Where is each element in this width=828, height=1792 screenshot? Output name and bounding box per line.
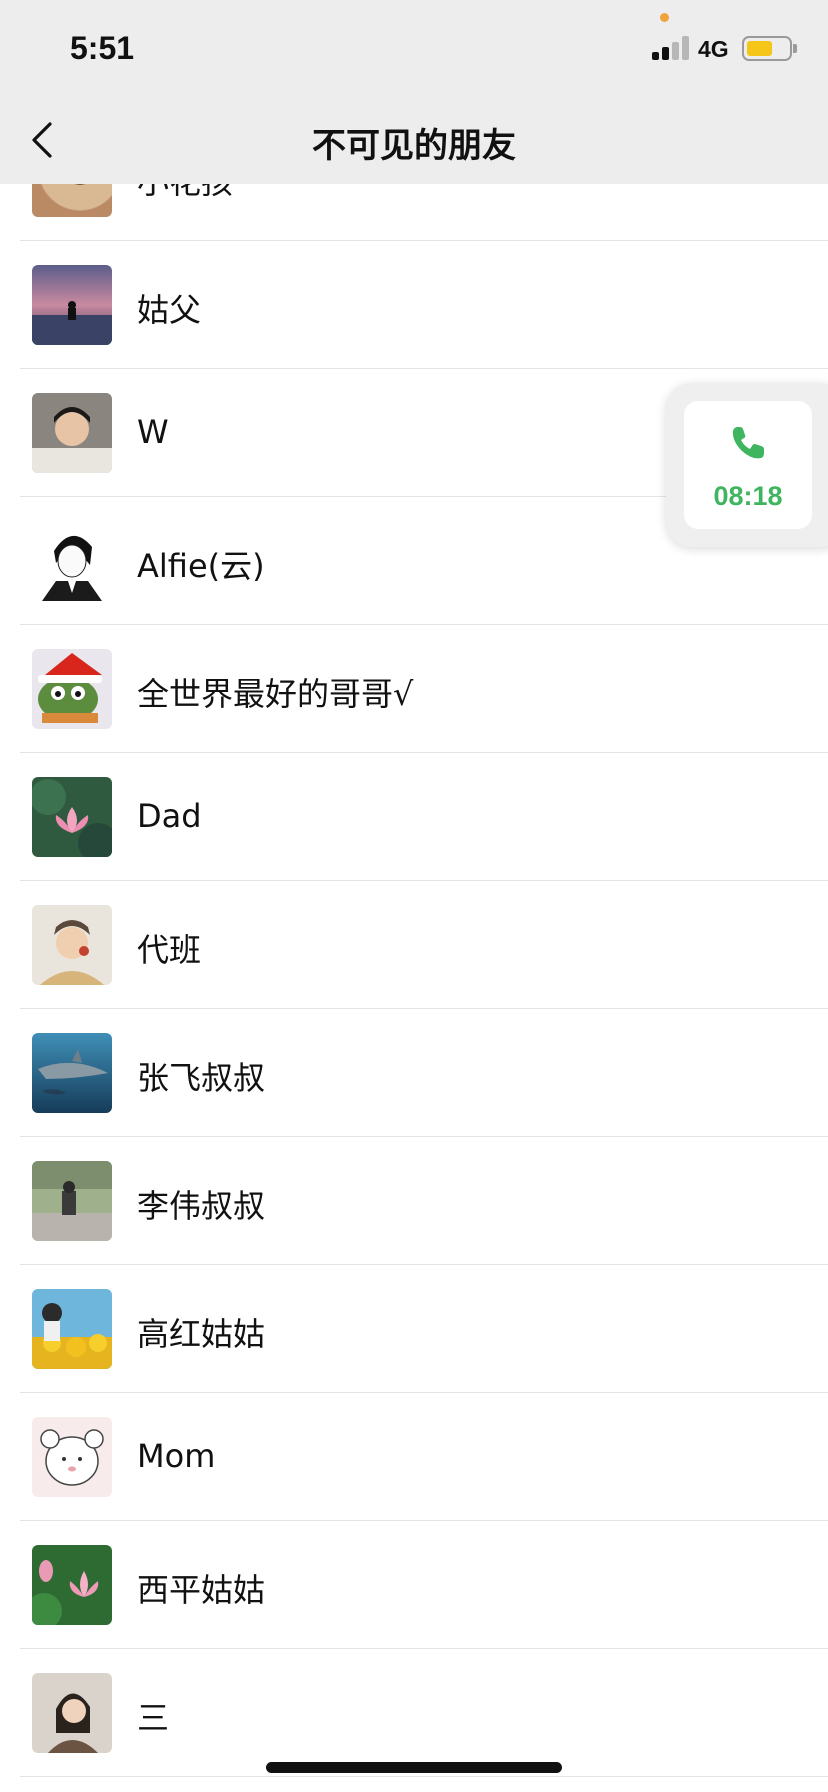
avatar-image — [32, 905, 112, 985]
contact-name: 李伟叔叔 — [137, 1187, 266, 1225]
contact-row[interactable]: 三 — [0, 1649, 828, 1777]
avatar-image — [32, 1673, 112, 1753]
avatar — [32, 265, 112, 345]
avatar — [32, 1417, 112, 1497]
privacy-indicator-dot — [660, 13, 669, 22]
avatar — [32, 521, 112, 601]
contact-row[interactable]: 西平姑姑 — [0, 1521, 828, 1649]
avatar-image — [32, 1289, 112, 1369]
signal-icon — [652, 36, 690, 60]
avatar — [32, 649, 112, 729]
avatar-image — [32, 1545, 112, 1625]
contact-row[interactable]: Mom — [0, 1393, 828, 1521]
home-indicator[interactable] — [266, 1762, 562, 1773]
contact-name: 姑父 — [137, 291, 202, 329]
avatar-image — [32, 521, 112, 601]
contact-name: 全世界最好的哥哥√ — [137, 675, 414, 713]
battery-icon — [742, 36, 792, 61]
nav-header: 5:51 4G 不可见的朋友 — [0, 0, 828, 184]
avatar — [32, 1289, 112, 1369]
contact-name: W — [137, 413, 169, 451]
divider — [20, 1776, 828, 1777]
avatar-image — [32, 649, 112, 729]
contact-row[interactable]: Dad — [0, 753, 828, 881]
phone-icon — [732, 427, 764, 459]
avatar-image — [32, 1033, 112, 1113]
contact-name: 高红姑姑 — [137, 1315, 266, 1353]
contact-name: Mom — [137, 1437, 216, 1475]
contact-name: Alfie(云) — [137, 547, 265, 585]
contact-row[interactable]: 姑父 — [0, 241, 828, 369]
avatar — [32, 777, 112, 857]
battery-fill — [747, 41, 772, 56]
contact-row[interactable]: 高红姑姑 — [0, 1265, 828, 1393]
contact-name: 三 — [137, 1699, 170, 1737]
contact-row[interactable]: 代班 — [0, 881, 828, 1009]
status-time: 5:51 — [70, 30, 135, 66]
contact-name: 张飞叔叔 — [137, 1059, 266, 1097]
avatar — [32, 1673, 112, 1753]
contact-name: 代班 — [137, 931, 202, 969]
call-duration: 08:18 — [713, 481, 783, 511]
page-title: 不可见的朋友 — [312, 126, 516, 166]
avatar — [32, 393, 112, 473]
contact-row[interactable]: 张飞叔叔 — [0, 1009, 828, 1137]
contact-row[interactable]: 李伟叔叔 — [0, 1137, 828, 1265]
avatar — [32, 1033, 112, 1113]
network-label: 4G — [698, 36, 729, 62]
contact-list[interactable]: 小花孩 姑父 — [0, 113, 828, 1777]
avatar-image — [32, 393, 112, 473]
floating-call-widget[interactable]: 08:18 — [666, 383, 828, 547]
battery-tip — [793, 44, 797, 53]
avatar-image — [32, 265, 112, 345]
avatar-image — [32, 777, 112, 857]
call-card[interactable]: 08:18 — [684, 401, 812, 529]
contact-name: 西平姑姑 — [137, 1571, 266, 1609]
avatar — [32, 1545, 112, 1625]
contact-row[interactable]: 全世界最好的哥哥√ — [0, 625, 828, 753]
contact-name: Dad — [137, 797, 202, 835]
avatar-image — [32, 1417, 112, 1497]
avatar — [32, 905, 112, 985]
avatar — [32, 1161, 112, 1241]
avatar-image — [32, 1161, 112, 1241]
screen: 小花孩 姑父 — [0, 0, 828, 1792]
